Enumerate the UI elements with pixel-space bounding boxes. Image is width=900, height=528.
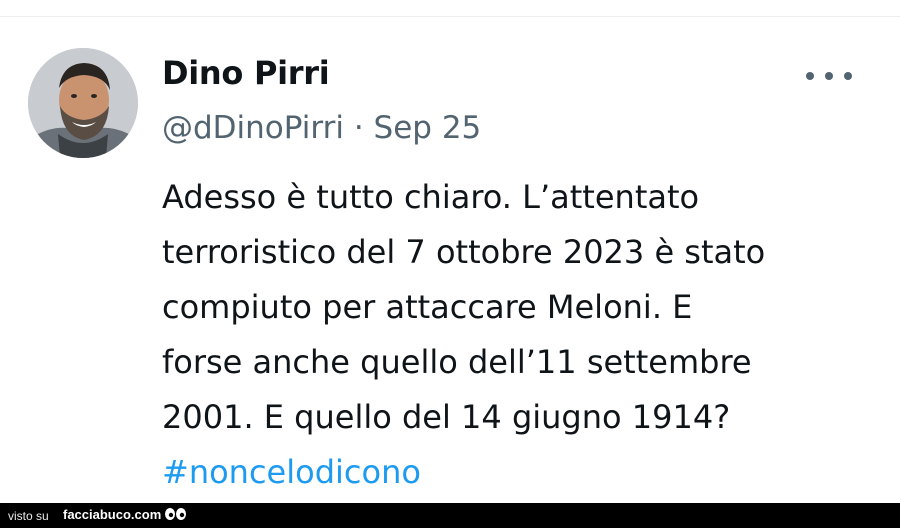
tweet-meta: @dDinoPirri · Sep 25 xyxy=(162,110,481,146)
more-horizontal-icon[interactable] xyxy=(806,66,852,86)
top-divider xyxy=(0,16,900,17)
tweet-date[interactable]: Sep 25 xyxy=(374,110,482,146)
avatar-image xyxy=(28,48,138,158)
more-dot xyxy=(844,72,852,80)
watermark-bar: visto su facciabuco.com xyxy=(0,503,900,528)
tweet-text-line: 2001. E quello del 14 giugno 1914? xyxy=(162,398,731,436)
tweet-text-line: terroristico del 7 ottobre 2023 è stato xyxy=(162,233,766,271)
avatar[interactable] xyxy=(28,48,138,158)
watermark-brand: facciabuco.com xyxy=(63,507,162,522)
more-dot xyxy=(825,72,833,80)
tweet-text-line: forse anche quello dell’11 settembre xyxy=(162,343,752,381)
meta-separator: · xyxy=(353,110,364,146)
tweet-text-line: Adesso è tutto chiaro. L’attentato xyxy=(162,178,700,216)
eyes-icon xyxy=(165,508,186,520)
hashtag-link[interactable]: #noncelodicono xyxy=(162,445,882,500)
handle[interactable]: @dDinoPirri xyxy=(162,110,344,146)
tweet-text-line: compiuto per attaccare Meloni. E xyxy=(162,288,693,326)
tweet-text: Adesso è tutto chiaro. L’attentato terro… xyxy=(162,170,882,500)
watermark-visto-label: visto su xyxy=(8,509,49,523)
display-name[interactable]: Dino Pirri xyxy=(162,54,330,92)
more-dot xyxy=(806,72,814,80)
